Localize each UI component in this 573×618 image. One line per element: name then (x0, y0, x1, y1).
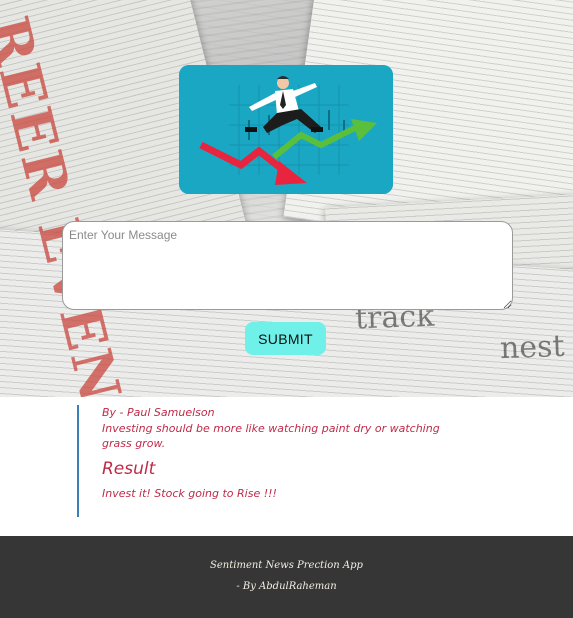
footer: Sentiment News Prection App - By AbdulRa… (0, 536, 573, 618)
businessman-jumping-icon (179, 65, 393, 194)
footer-author: - By AbdulRaheman (236, 581, 337, 592)
result-value: Invest it! Stock going to Rise !!! (102, 487, 277, 500)
footer-app-name: Sentiment News Prection App (210, 560, 363, 571)
hero-illustration (179, 65, 393, 194)
newspaper-word: nest (499, 328, 566, 367)
quote-author: By - Paul Samuelson (102, 406, 215, 419)
quote-text: Investing should be more like watching p… (102, 422, 440, 450)
quote-block: By - Paul Samuelson Investing should be … (77, 405, 482, 517)
result-heading: Result (102, 459, 156, 479)
message-input[interactable] (62, 221, 513, 310)
submit-button[interactable]: SUBMIT (245, 322, 326, 355)
hero-section: REER EVENT. track nest (0, 0, 573, 397)
